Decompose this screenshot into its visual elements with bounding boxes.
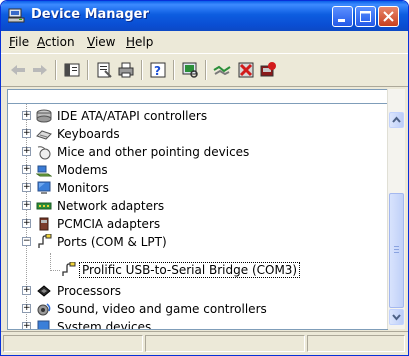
network-adapter-icon [36, 202, 52, 210]
processor-icon [37, 285, 51, 297]
expand-button[interactable]: + [22, 165, 31, 174]
tree-item-label: Keyboards [57, 127, 120, 141]
tree-item-label: IDE ATA/ATAPI controllers [57, 109, 208, 123]
tree-item-label: Sound, video and game controllers [57, 302, 267, 316]
toolbar-separator [87, 60, 89, 80]
mouse-icon [37, 146, 51, 160]
scroll-down-button[interactable] [389, 309, 404, 325]
menu-action[interactable]: Action [37, 35, 75, 49]
tree-item-ports[interactable]: − Ports (COM & LPT) [8, 233, 338, 251]
port-icon [38, 234, 52, 248]
tree-item-sound-video-game[interactable]: + Sound, video and game controllers [8, 300, 338, 318]
tree-item-label: Mice and other pointing devices [57, 145, 250, 159]
close-button[interactable] [378, 6, 399, 27]
status-pane [307, 335, 405, 352]
toolbar-separator [173, 60, 175, 80]
expand-button[interactable]: + [22, 219, 31, 228]
device-tree[interactable]: + IDE ATA/ATAPI controllers + Keyboards … [7, 103, 388, 330]
expand-button[interactable]: + [22, 183, 31, 192]
tree-item-label: Network adapters [57, 199, 165, 213]
tree-view-top [7, 89, 388, 104]
tree-item-label: PCMCIA adapters [57, 217, 161, 231]
status-bar [1, 331, 408, 355]
tree-item-label: Monitors [57, 181, 109, 195]
tree-item-processors[interactable]: + Processors [8, 282, 338, 300]
keyboard-icon [36, 130, 52, 140]
toolbar: ? [1, 53, 408, 87]
modem-icon [36, 165, 52, 177]
close-icon [383, 11, 394, 22]
tree-item-prolific-usb-serial[interactable]: Prolific USB-to-Serial Bridge (COM3) [8, 261, 338, 279]
forward-arrow-icon[interactable] [31, 61, 49, 79]
tree-item-system-devices[interactable]: + System devices [8, 318, 338, 330]
print-icon[interactable] [117, 61, 135, 79]
tree-item-monitors[interactable]: + Monitors [8, 179, 338, 197]
console-tree-icon[interactable] [63, 61, 81, 79]
expand-button[interactable]: + [22, 286, 31, 295]
expand-button[interactable]: + [22, 201, 31, 210]
system-icon [37, 320, 50, 329]
tree-item-ide[interactable]: + IDE ATA/ATAPI controllers [8, 107, 338, 125]
device-manager-icon [8, 8, 25, 23]
device-manager-window: Device Manager File Action View Help ? +… [0, 0, 409, 356]
tree-item-keyboards[interactable]: + Keyboards [8, 125, 338, 143]
disable-icon[interactable] [259, 61, 277, 79]
tree-item-label: Processors [57, 284, 122, 298]
expand-button[interactable]: + [22, 147, 31, 156]
tree-item-mice[interactable]: + Mice and other pointing devices [8, 143, 338, 161]
toolbar-separator [55, 60, 57, 80]
minimize-icon [338, 19, 345, 22]
vertical-scrollbar[interactable] [387, 89, 405, 329]
menu-bar: File Action View Help [1, 31, 408, 53]
tree-item-label: Modems [57, 163, 108, 177]
expand-button[interactable]: + [22, 129, 31, 138]
scroll-thumb[interactable] [389, 193, 404, 308]
port-icon [62, 262, 76, 276]
scroll-up-button[interactable] [389, 112, 404, 128]
monitor-icon [37, 181, 51, 194]
expand-button[interactable]: + [22, 304, 31, 313]
uninstall-icon[interactable] [237, 61, 255, 79]
tree-item-pcmcia[interactable]: + PCMCIA adapters [8, 215, 338, 233]
status-pane [3, 335, 143, 352]
scan-hardware-icon[interactable] [181, 61, 199, 79]
maximize-icon [360, 11, 371, 22]
window-title: Device Manager [31, 7, 149, 22]
help-icon[interactable]: ? [149, 61, 167, 79]
ide-controller-icon [36, 109, 52, 123]
menu-view[interactable]: View [87, 35, 115, 49]
tree-item-label: System devices [57, 320, 152, 330]
pcmcia-icon [39, 217, 49, 231]
back-arrow-icon[interactable] [9, 61, 27, 79]
tree-item-label: Prolific USB-to-Serial Bridge (COM3) [78, 262, 301, 278]
chevron-down-icon [392, 314, 401, 321]
maximize-button[interactable] [355, 6, 376, 27]
sound-icon [37, 303, 51, 316]
minimize-button[interactable] [332, 6, 353, 27]
toolbar-separator [205, 60, 207, 80]
menu-help[interactable]: Help [126, 35, 153, 49]
tree-item-label: Ports (COM & LPT) [57, 235, 167, 249]
expand-button[interactable]: + [22, 111, 31, 120]
status-pane [145, 335, 305, 352]
collapse-button[interactable]: − [22, 237, 31, 246]
grip-icon [394, 246, 399, 253]
tree-item-network-adapters[interactable]: + Network adapters [8, 197, 338, 215]
svg-text:?: ? [154, 64, 161, 78]
title-bar[interactable]: Device Manager [1, 1, 408, 31]
tree-item-modems[interactable]: + Modems [8, 161, 338, 179]
update-driver-icon[interactable] [213, 61, 231, 79]
menu-file[interactable]: File [9, 35, 29, 49]
expand-button[interactable]: + [22, 322, 31, 329]
chevron-up-icon [392, 116, 401, 123]
toolbar-separator [141, 60, 143, 80]
properties-icon[interactable] [95, 61, 113, 79]
